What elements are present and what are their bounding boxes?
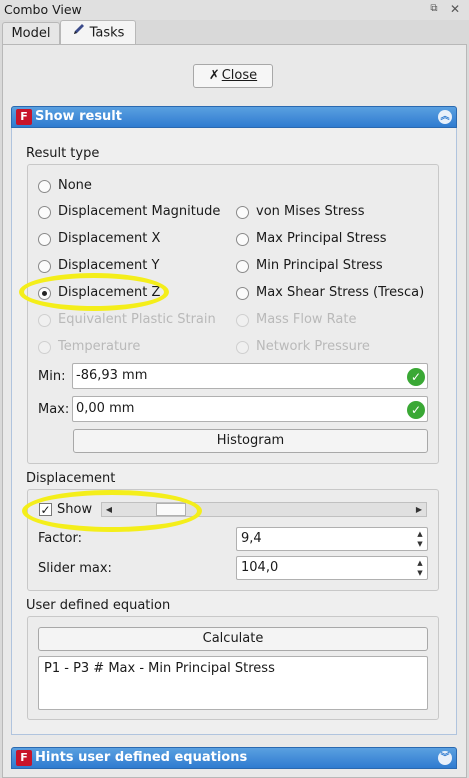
radio-circle — [236, 341, 249, 354]
radio-label: Network Pressure — [256, 339, 370, 354]
min-field[interactable]: -86,93 mm — [72, 363, 428, 389]
radio-label: Displacement Y — [58, 258, 160, 273]
factor-label: Factor: — [38, 531, 82, 546]
slider-right-arrow-icon[interactable]: ▶ — [412, 503, 426, 516]
radio-circle — [236, 314, 249, 327]
factor-value: 9,4 — [241, 531, 262, 546]
radio-label: Temperature — [58, 339, 141, 354]
tab-label: Tasks — [89, 25, 125, 41]
radio-circle — [38, 341, 51, 354]
show-label: Show — [57, 502, 93, 517]
radio-label: Displacement X — [58, 231, 161, 246]
close-icon[interactable]: ✕ — [448, 2, 462, 16]
freecad-fem-icon: F — [16, 750, 32, 766]
max-value: 0,00 mm — [76, 401, 135, 416]
equation-input[interactable]: P1 - P3 # Max - Min Principal Stress — [38, 656, 428, 710]
tab-tasks[interactable]: Tasks — [60, 20, 136, 44]
equation-text: P1 - P3 # Max - Min Principal Stress — [44, 661, 275, 676]
spin-arrows-icon[interactable]: ▲ ▼ — [414, 558, 426, 578]
radio-circle — [38, 233, 51, 246]
section-title: Hints user defined equations — [35, 750, 248, 765]
title-bar: Combo View ⧉ ✕ — [0, 0, 469, 20]
float-icon[interactable]: ⧉ — [428, 3, 440, 15]
histogram-button[interactable]: Histogram — [73, 429, 428, 453]
slider-max-value: 104,0 — [241, 560, 279, 575]
check-icon: ✓ — [407, 401, 425, 419]
result-type-title: Result type — [26, 146, 100, 161]
radio-circle-selected — [38, 287, 51, 300]
radio-circle — [236, 287, 249, 300]
close-x-icon: ✗ — [208, 68, 220, 83]
freecad-fem-icon: F — [16, 109, 32, 125]
radio-circle — [38, 206, 51, 219]
min-value: -86,93 mm — [76, 368, 148, 383]
radio-label: von Mises Stress — [256, 204, 365, 219]
radio-label: Min Principal Stress — [256, 258, 383, 273]
radio-circle — [38, 314, 51, 327]
calculate-button[interactable]: Calculate — [38, 627, 428, 651]
radio-circle — [38, 180, 51, 193]
factor-spinbox[interactable]: 9,4 ▲ ▼ — [236, 527, 428, 551]
radio-label: Mass Flow Rate — [256, 312, 357, 327]
max-label: Max: — [38, 402, 70, 417]
pencil-icon — [72, 21, 86, 45]
slider-handle[interactable] — [155, 503, 186, 516]
displacement-slider[interactable]: ◀ ▶ — [101, 502, 427, 517]
min-label: Min: — [38, 369, 66, 384]
slider-max-spinbox[interactable]: 104,0 ▲ ▼ — [236, 556, 428, 580]
show-checkbox[interactable]: ✓ — [39, 503, 52, 516]
radio-label: Equivalent Plastic Strain — [58, 312, 216, 327]
tab-model[interactable]: Model — [2, 22, 60, 44]
radio-label: Displacement Z — [58, 285, 161, 300]
check-icon: ✓ — [407, 368, 425, 386]
displacement-title: Displacement — [26, 471, 116, 486]
show-result-header[interactable]: F Show result ︽ — [11, 106, 457, 128]
radio-circle — [236, 233, 249, 246]
max-field[interactable]: 0,00 mm — [72, 396, 428, 422]
radio-label: Displacement Magnitude — [58, 204, 221, 219]
slider-left-arrow-icon[interactable]: ◀ — [102, 503, 116, 516]
radio-circle — [236, 206, 249, 219]
radio-label: Max Principal Stress — [256, 231, 387, 246]
radio-circle — [236, 260, 249, 273]
radio-label: None — [58, 178, 92, 193]
spin-arrows-icon[interactable]: ▲ ▼ — [414, 529, 426, 549]
window-title: Combo View — [4, 2, 82, 17]
user-equation-title: User defined equation — [26, 598, 171, 613]
radio-circle — [38, 260, 51, 273]
expand-icon[interactable]: ︾ — [438, 751, 452, 765]
hints-header[interactable]: F Hints user defined equations ︾ — [11, 747, 457, 769]
histogram-label: Histogram — [216, 433, 285, 448]
section-title: Show result — [35, 109, 122, 124]
close-button[interactable]: ✗ Close — [193, 64, 273, 88]
tab-label: Model — [11, 26, 51, 41]
radio-label: Max Shear Stress (Tresca) — [256, 285, 425, 300]
calculate-label: Calculate — [202, 631, 264, 646]
slider-max-label: Slider max: — [38, 561, 112, 576]
collapse-icon[interactable]: ︽ — [438, 110, 452, 124]
close-label: Close — [221, 68, 258, 83]
